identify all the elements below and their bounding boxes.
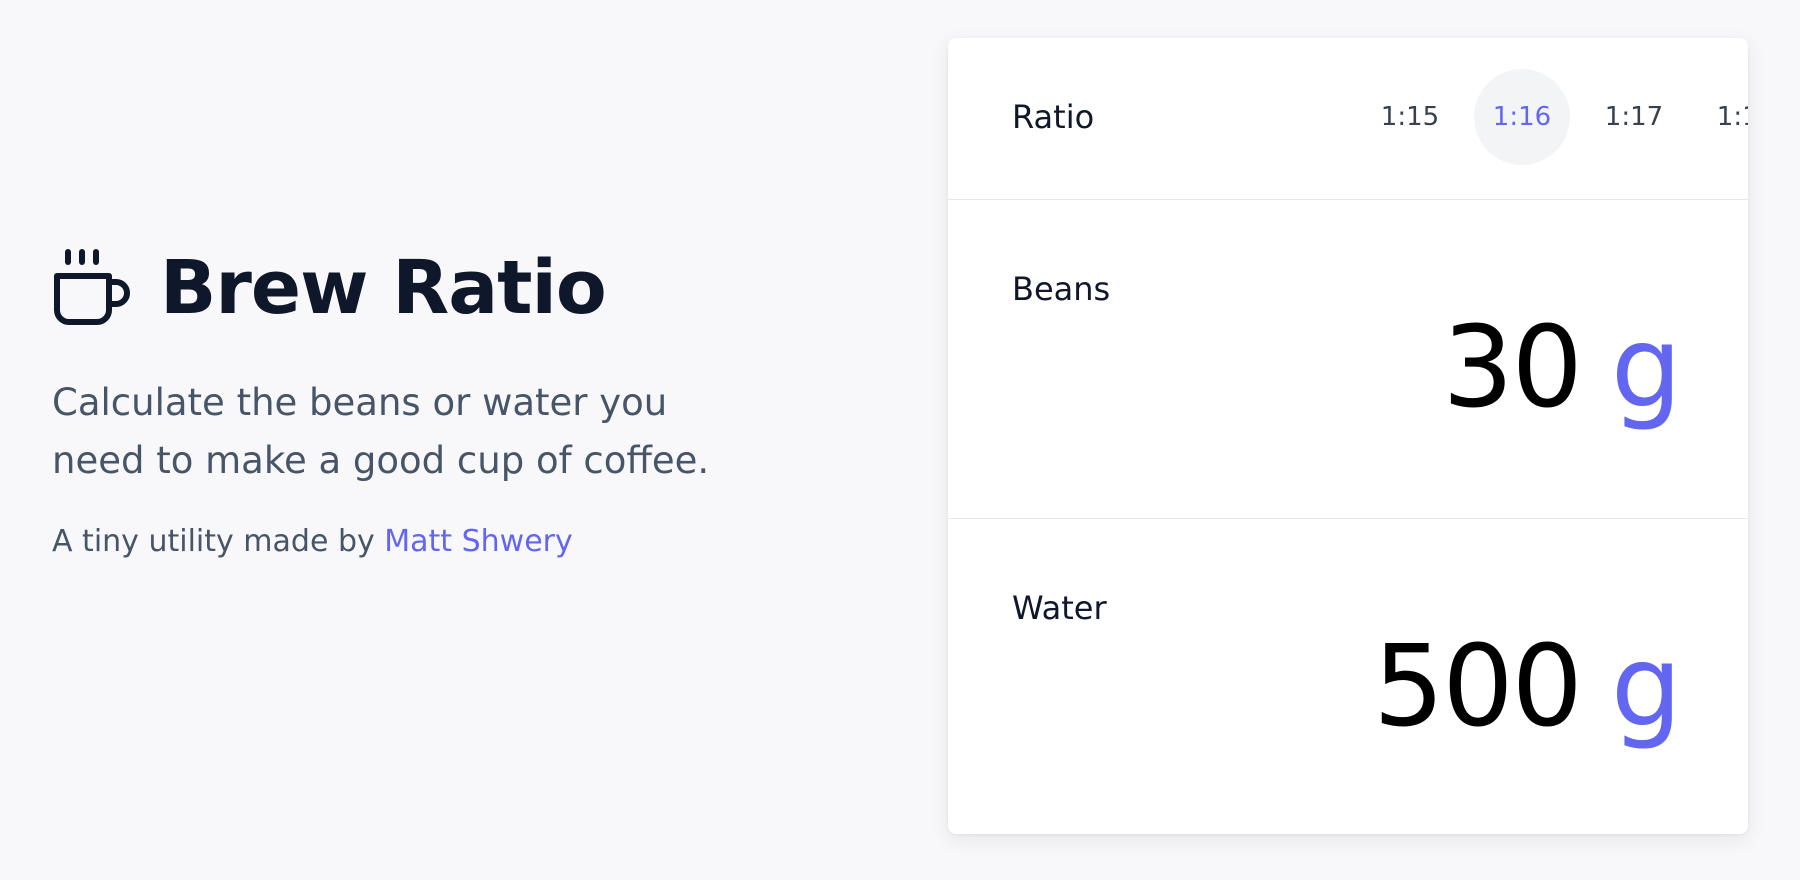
ratio-row: Ratio 1:15 1:16 1:17 1:18 [948,38,1748,200]
app-description: Calculate the beans or water you need to… [52,381,710,482]
author-link[interactable]: Matt Shwery [384,524,572,559]
beans-input[interactable]: 30 [1442,312,1583,424]
credit-prefix: A tiny utility made by [52,524,375,559]
beans-unit: g [1610,303,1682,433]
water-label: Water [1012,589,1107,627]
water-unit: g [1610,622,1682,752]
page: Brew Ratio Calculate the beans or water … [0,0,1800,880]
beans-label: Beans [1012,270,1111,308]
beans-value-group: 30 g [1442,312,1682,424]
title-row: Brew Ratio [52,238,752,338]
credit-line: A tiny utility made by Matt Shwery [52,524,752,559]
ratio-option-1-17[interactable]: 1:17 [1586,69,1682,165]
ratio-option-1-18[interactable]: 1:18 [1698,69,1748,165]
intro-section: Brew Ratio Calculate the beans or water … [52,238,752,559]
ratio-options: 1:15 1:16 1:17 1:18 [1362,69,1748,165]
water-row: Water 500 g [948,519,1748,834]
water-input[interactable]: 500 [1373,631,1583,743]
page-title: Brew Ratio [160,245,607,331]
ratio-label: Ratio [1012,98,1095,136]
ratio-option-1-15[interactable]: 1:15 [1362,69,1458,165]
water-value-group: 500 g [1373,631,1682,743]
coffee-cup-icon [52,246,132,330]
calculator-card: Ratio 1:15 1:16 1:17 1:18 Beans 30 g Wat… [948,38,1748,834]
ratio-option-1-16[interactable]: 1:16 [1474,69,1570,165]
beans-row: Beans 30 g [948,200,1748,519]
